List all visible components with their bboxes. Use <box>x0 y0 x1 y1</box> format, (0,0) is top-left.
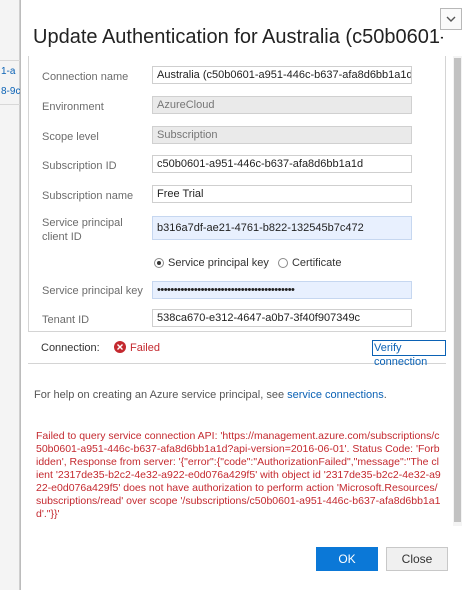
background-divider <box>0 104 20 105</box>
dialog-scroll-area: Connection name Australia (c50b0601-a951… <box>21 56 453 526</box>
sp-key-input[interactable]: ••••••••••••••••••••••••••••••••••••••••… <box>152 281 412 299</box>
tenant-id-input[interactable]: 538ca670-e312-4647-a0b7-3f40f907349c <box>152 309 412 327</box>
authentication-form: Connection name Australia (c50b0601-a951… <box>28 56 446 332</box>
close-button[interactable]: Close <box>386 547 448 571</box>
service-principal-key-radio[interactable]: Service principal key <box>154 257 269 269</box>
error-circle-icon <box>114 341 126 353</box>
background-link[interactable]: 1-a <box>1 66 20 77</box>
radio-selected-icon <box>154 258 164 269</box>
auth-type-radio-group: Service principal key Certificate <box>154 257 347 269</box>
scrollbar-thumb[interactable] <box>454 58 461 522</box>
help-text-suffix: . <box>383 389 387 401</box>
service-principal-key-radio-label: Service principal key <box>168 257 269 270</box>
connection-label: Connection: <box>41 342 100 354</box>
background-page: 1-a 8-9c <box>0 0 20 590</box>
subscription-name-input[interactable]: Free Trial <box>152 185 412 203</box>
chevron-down-icon <box>446 16 456 22</box>
help-text-body: For help on creating an Azure service pr… <box>34 389 288 401</box>
error-message: Failed to query service connection API: … <box>36 430 441 520</box>
dialog-footer: OK Close <box>21 535 474 590</box>
ok-button[interactable]: OK <box>316 547 378 571</box>
client-id-label: Service principal client ID <box>42 217 123 243</box>
background-divider <box>0 60 20 61</box>
subscription-name-label: Subscription name <box>42 190 134 202</box>
dialog-title: Update Authentication for Australia (c50… <box>33 26 443 48</box>
subscription-id-input[interactable]: c50b0601-a951-446c-b637-afa8d6bb1a1d <box>152 155 412 173</box>
sp-key-label: Service principal key <box>42 285 143 297</box>
connection-status-row: Connection: Failed Verify connection <box>28 332 446 368</box>
client-id-input[interactable]: b316a7df-ae21-4761-b822-132545b7c472 <box>152 216 412 240</box>
update-authentication-dialog: Update Authentication for Australia (c50… <box>20 0 474 590</box>
scrollbar[interactable] <box>453 56 462 526</box>
scope-level-label: Scope level <box>42 131 99 143</box>
environment-label: Environment <box>42 101 104 113</box>
environment-field: AzureCloud <box>152 96 412 114</box>
verify-connection-button[interactable]: Verify connection <box>372 340 446 368</box>
subscription-id-label: Subscription ID <box>42 160 117 172</box>
connection-status-failed: Failed <box>130 342 160 354</box>
connection-name-label: Connection name <box>42 71 129 83</box>
tenant-id-label: Tenant ID <box>42 314 90 326</box>
radio-unselected-icon <box>277 258 288 269</box>
help-text: For help on creating an Azure service pr… <box>34 389 444 401</box>
certificate-radio[interactable]: Certificate <box>277 257 342 270</box>
background-link[interactable]: 8-9c <box>1 86 20 97</box>
connection-name-input[interactable]: Australia (c50b0601-a951-446c-b637-afa8d… <box>152 66 412 84</box>
scope-level-field: Subscription <box>152 126 412 144</box>
certificate-radio-label: Certificate <box>291 257 342 270</box>
service-connections-link[interactable]: service connections <box>287 389 384 401</box>
collapse-button[interactable] <box>440 8 462 30</box>
